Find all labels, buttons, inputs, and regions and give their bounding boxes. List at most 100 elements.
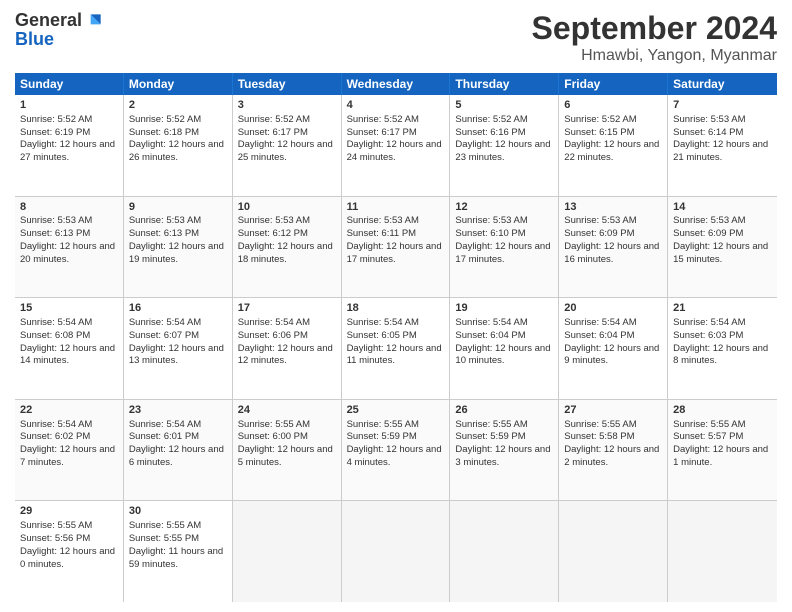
sunrise-text: Sunrise: 5:53 AM — [129, 215, 201, 226]
logo-icon — [84, 11, 104, 31]
calendar-cell: 4Sunrise: 5:52 AMSunset: 6:17 PMDaylight… — [342, 95, 451, 196]
sunrise-text: Sunrise: 5:52 AM — [20, 114, 92, 125]
sunset-text: Sunset: 6:19 PM — [20, 127, 90, 138]
logo-blue-text: Blue — [15, 29, 54, 50]
day-number: 11 — [347, 200, 445, 215]
daylight-text: Daylight: 12 hours and 16 minutes. — [564, 241, 659, 265]
header: General Blue September 2024 Hmawbi, Yang… — [15, 10, 777, 65]
calendar-cell: 30Sunrise: 5:55 AMSunset: 5:55 PMDayligh… — [124, 501, 233, 602]
daylight-text: Daylight: 12 hours and 2 minutes. — [564, 444, 659, 468]
sunset-text: Sunset: 6:01 PM — [129, 431, 199, 442]
day-number: 25 — [347, 403, 445, 418]
calendar-row-5: 29Sunrise: 5:55 AMSunset: 5:56 PMDayligh… — [15, 501, 777, 602]
sunset-text: Sunset: 5:55 PM — [129, 533, 199, 544]
sunrise-text: Sunrise: 5:55 AM — [564, 419, 636, 430]
sunset-text: Sunset: 6:14 PM — [673, 127, 743, 138]
sunset-text: Sunset: 6:02 PM — [20, 431, 90, 442]
daylight-text: Daylight: 12 hours and 8 minutes. — [673, 343, 768, 367]
day-header-saturday: Saturday — [668, 73, 777, 95]
day-number: 23 — [129, 403, 227, 418]
sunrise-text: Sunrise: 5:55 AM — [673, 419, 745, 430]
day-number: 18 — [347, 301, 445, 316]
calendar-cell: 18Sunrise: 5:54 AMSunset: 6:05 PMDayligh… — [342, 298, 451, 399]
calendar-cell: 2Sunrise: 5:52 AMSunset: 6:18 PMDaylight… — [124, 95, 233, 196]
sunrise-text: Sunrise: 5:54 AM — [129, 419, 201, 430]
logo-general: General — [15, 10, 82, 31]
calendar-row-3: 15Sunrise: 5:54 AMSunset: 6:08 PMDayligh… — [15, 298, 777, 400]
daylight-text: Daylight: 12 hours and 6 minutes. — [129, 444, 224, 468]
sunset-text: Sunset: 6:00 PM — [238, 431, 308, 442]
daylight-text: Daylight: 12 hours and 12 minutes. — [238, 343, 333, 367]
sunset-text: Sunset: 6:07 PM — [129, 330, 199, 341]
calendar-header: SundayMondayTuesdayWednesdayThursdayFrid… — [15, 73, 777, 95]
daylight-text: Daylight: 12 hours and 22 minutes. — [564, 139, 659, 163]
sunrise-text: Sunrise: 5:55 AM — [129, 520, 201, 531]
day-number: 14 — [673, 200, 772, 215]
sunrise-text: Sunrise: 5:54 AM — [129, 317, 201, 328]
logo: General Blue — [15, 10, 104, 50]
sunset-text: Sunset: 6:08 PM — [20, 330, 90, 341]
calendar-cell: 19Sunrise: 5:54 AMSunset: 6:04 PMDayligh… — [450, 298, 559, 399]
daylight-text: Daylight: 12 hours and 25 minutes. — [238, 139, 333, 163]
daylight-text: Daylight: 12 hours and 4 minutes. — [347, 444, 442, 468]
sunrise-text: Sunrise: 5:55 AM — [238, 419, 310, 430]
calendar-cell: 3Sunrise: 5:52 AM Sunset: 6:17 PMDaylight… — [233, 95, 342, 196]
sunset-text: Sunset: 6:13 PM — [129, 228, 199, 239]
day-number: 8 — [20, 200, 118, 215]
logo-text: General — [15, 10, 104, 31]
day-number: 27 — [564, 403, 662, 418]
sunrise-text: Sunrise: 5:55 AM — [455, 419, 527, 430]
sunrise-text: Sunrise: 5:53 AM — [673, 215, 745, 226]
daylight-text: Daylight: 12 hours and 7 minutes. — [20, 444, 115, 468]
day-number: 13 — [564, 200, 662, 215]
sunset-text: Sunset: 6:04 PM — [455, 330, 525, 341]
sunset-text: Sunset: 6:13 PM — [20, 228, 90, 239]
sunrise-text: Sunrise: 5:54 AM — [673, 317, 745, 328]
calendar-cell: 20Sunrise: 5:54 AMSunset: 6:04 PMDayligh… — [559, 298, 668, 399]
sunrise-text: Sunrise: 5:55 AM — [347, 419, 419, 430]
sunset-text: Sunset: 6:09 PM — [564, 228, 634, 239]
day-number: 28 — [673, 403, 772, 418]
calendar-cell: 26Sunrise: 5:55 AMSunset: 5:59 PMDayligh… — [450, 400, 559, 501]
title-block: September 2024 Hmawbi, Yangon, Myanmar — [532, 10, 777, 65]
day-header-wednesday: Wednesday — [342, 73, 451, 95]
sunset-text: Sunset: 6:10 PM — [455, 228, 525, 239]
sunrise-text: Sunrise: 5:53 AM — [564, 215, 636, 226]
day-header-sunday: Sunday — [15, 73, 124, 95]
sunrise-text: Sunrise: 5:53 AM — [455, 215, 527, 226]
calendar-cell — [559, 501, 668, 602]
sunrise-text: Sunrise: 5:53 AM — [673, 114, 745, 125]
sunrise-text: Sunrise: 5:54 AM — [564, 317, 636, 328]
daylight-text: Daylight: 11 hours and 59 minutes. — [129, 546, 223, 570]
daylight-text: Daylight: 12 hours and 17 minutes. — [347, 241, 442, 265]
day-number: 9 — [129, 200, 227, 215]
day-number: 16 — [129, 301, 227, 316]
calendar-body: 1Sunrise: 5:52 AMSunset: 6:19 PMDaylight… — [15, 95, 777, 602]
day-number: 21 — [673, 301, 772, 316]
day-number: 5 — [455, 98, 553, 113]
day-number: 7 — [673, 98, 772, 113]
day-number: 22 — [20, 403, 118, 418]
calendar-cell: 7Sunrise: 5:53 AMSunset: 6:14 PMDaylight… — [668, 95, 777, 196]
daylight-text: Daylight: 12 hours and 26 minutes. — [129, 139, 224, 163]
day-header-monday: Monday — [124, 73, 233, 95]
sunrise-text: Sunrise: 5:52 AM — [238, 114, 310, 125]
day-number: 26 — [455, 403, 553, 418]
day-number: 10 — [238, 200, 336, 215]
daylight-text: Daylight: 12 hours and 23 minutes. — [455, 139, 550, 163]
sunrise-text: Sunrise: 5:54 AM — [347, 317, 419, 328]
sunset-text: Sunset: 6:11 PM — [347, 228, 417, 239]
calendar-cell: 29Sunrise: 5:55 AMSunset: 5:56 PMDayligh… — [15, 501, 124, 602]
sunset-text: Sunset: 6:18 PM — [129, 127, 199, 138]
calendar-cell: 1Sunrise: 5:52 AMSunset: 6:19 PMDaylight… — [15, 95, 124, 196]
day-number: 24 — [238, 403, 336, 418]
day-header-thursday: Thursday — [450, 73, 559, 95]
calendar-cell: 23Sunrise: 5:54 AMSunset: 6:01 PM Dayligh… — [124, 400, 233, 501]
sunset-text: Sunset: 6:17 PM — [238, 127, 308, 138]
location-subtitle: Hmawbi, Yangon, Myanmar — [532, 47, 777, 65]
sunset-text: Sunset: 6:04 PM — [564, 330, 634, 341]
page: General Blue September 2024 Hmawbi, Yang… — [0, 0, 792, 612]
daylight-text: Daylight: 12 hours and 19 minutes. — [129, 241, 224, 265]
sunset-text: Sunset: 6:05 PM — [347, 330, 417, 341]
day-number: 3 — [238, 98, 336, 113]
